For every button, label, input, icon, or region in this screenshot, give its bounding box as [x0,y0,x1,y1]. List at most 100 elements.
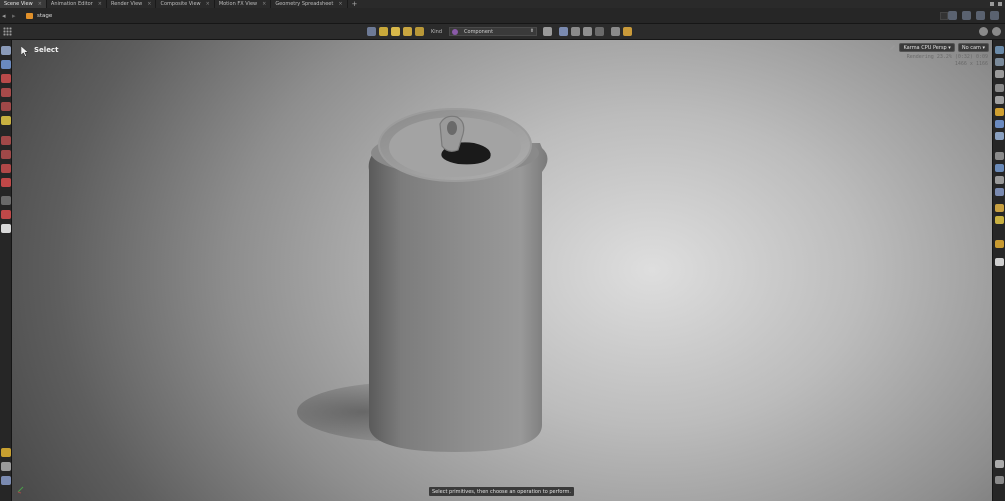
laser-select-icon[interactable] [595,27,605,36]
select-visible-icon[interactable] [611,27,621,36]
points-icon[interactable] [995,152,1004,160]
display-options-icon[interactable] [995,46,1004,54]
lasso-select-icon[interactable] [571,27,581,36]
light-icon[interactable] [995,108,1004,116]
close-icon[interactable]: × [206,1,210,7]
texture-icon[interactable] [995,132,1004,140]
pose-tool-icon[interactable] [1,116,11,125]
render-progress-text: Rendering 23.2% (0:32) 0:09 [906,54,988,60]
pin-icon[interactable] [948,11,957,20]
snapshot-icon[interactable] [995,460,1004,468]
render-tool-icon[interactable] [1,462,11,471]
render-status: Rendering 23.2% (0:32) 0:09 1466 x 1166 [907,54,988,68]
ghost-icon[interactable] [995,216,1004,224]
edit-tool-icon[interactable] [1,150,11,159]
lock-camera-icon[interactable] [995,70,1004,78]
tab-scene-view[interactable]: Scene View × [0,0,47,8]
houdini-app: Scene View × Animation Editor × Render V… [0,0,1005,501]
guides-icon[interactable] [995,176,1004,184]
add-tab-icon[interactable]: + [348,0,362,8]
kind-select[interactable]: Component ⬍ [449,27,538,36]
cursor-arrow-icon [21,46,29,57]
axis-gizmo-icon [17,486,24,494]
renderer-menu-button[interactable]: Karma CPU Persp ▾ [899,43,955,52]
viewport-toolbar-right [979,27,1001,36]
left-tool-shelf [0,40,12,501]
shelf-tool-icon[interactable] [1,448,11,457]
link-icon[interactable] [962,11,971,20]
grid-menu-icon[interactable] [3,27,12,36]
tab-label: Geometry Spreadsheet [275,1,334,7]
path-bar-tools [948,11,999,20]
light-tool-icon[interactable] [1,210,11,219]
xray-icon[interactable] [995,204,1004,212]
close-icon[interactable]: × [38,1,42,7]
forward-arrow-icon[interactable]: ▸ [12,12,22,20]
normals-icon[interactable] [995,164,1004,172]
select-tool-icon[interactable] [1,46,11,55]
dropdown-arrow-icon: ⬍ [529,28,535,34]
camera-tool-icon[interactable] [1,224,11,233]
brush-select-icon[interactable] [583,27,593,36]
help-icon[interactable] [992,27,1001,36]
select-pointer-icon[interactable] [367,27,376,36]
selection-tools: Kind Component ⬍ [367,27,633,36]
viewport-scene [297,108,548,452]
close-icon[interactable]: × [98,1,102,7]
operation-hint: Select primitives, then choose an operat… [429,487,574,496]
maximize-icon[interactable] [998,2,1002,6]
lock-icon[interactable] [1,60,11,69]
select-edge-icon[interactable] [403,27,412,36]
pane-tab-bar: Scene View × Animation Editor × Render V… [0,0,1005,8]
viewport-toolbar: Kind Component ⬍ [0,24,1005,40]
snap-tool-icon[interactable] [1,178,11,187]
network-icon[interactable] [976,11,985,20]
handles-icon[interactable] [995,188,1004,196]
select-groups-icon[interactable] [623,27,633,36]
scene-viewport[interactable]: Select Karma CPU Persp ▾ No cam ▾ Render… [12,40,992,501]
shading-icon[interactable] [995,96,1004,104]
window-controls [990,0,1002,8]
bottom-display-icon[interactable] [995,476,1004,484]
close-icon[interactable]: × [147,1,151,7]
settings-icon[interactable] [990,11,999,20]
pen-icon[interactable] [889,44,896,51]
select-object-icon[interactable] [379,27,388,36]
handle-tool-icon[interactable] [1,136,11,145]
component-icon [452,28,459,35]
tab-render-view[interactable]: Render View × [107,0,157,8]
sphere-icon[interactable] [995,258,1004,266]
tab-composite-view[interactable]: Composite View × [156,0,215,8]
tab-motion-fx-view[interactable]: Motion FX View × [215,0,272,8]
wireframe-icon[interactable] [995,84,1004,92]
select-primitive-icon[interactable] [415,27,424,36]
kind-label: Kind [431,28,443,35]
box-select-icon[interactable] [559,27,569,36]
rotate-tool-icon[interactable] [1,88,11,97]
active-tool-label: Select [34,46,59,54]
secure-selection-icon[interactable] [543,27,553,36]
flipbook-icon[interactable] [995,240,1004,248]
background-icon[interactable] [995,120,1004,128]
back-arrow-icon[interactable]: ◂ [2,12,12,20]
path-dropdown-button[interactable] [940,12,948,20]
kind-value: Component [464,28,494,35]
close-icon[interactable]: × [338,1,342,7]
minimize-icon[interactable] [990,2,994,6]
view-tool-icon[interactable] [1,196,11,205]
magnet-tool-icon[interactable] [1,164,11,173]
camera-view-icon[interactable] [995,58,1004,66]
scale-tool-icon[interactable] [1,102,11,111]
camera-menu-button[interactable]: No cam ▾ [957,43,989,52]
tab-animation-editor[interactable]: Animation Editor × [47,0,107,8]
path-stage[interactable]: stage [37,13,52,19]
scene-tool-icon[interactable] [1,476,11,485]
network-path-bar: ◂ ▸ stage [0,8,1005,24]
move-tool-icon[interactable] [1,74,11,83]
select-point-icon[interactable] [391,27,400,36]
viewport-render-menu: Karma CPU Persp ▾ No cam ▾ [889,43,989,52]
gear-icon[interactable] [979,27,988,36]
close-icon[interactable]: × [262,1,266,7]
tab-label: Scene View [4,1,33,7]
tab-geometry-spreadsheet[interactable]: Geometry Spreadsheet × [271,0,348,8]
